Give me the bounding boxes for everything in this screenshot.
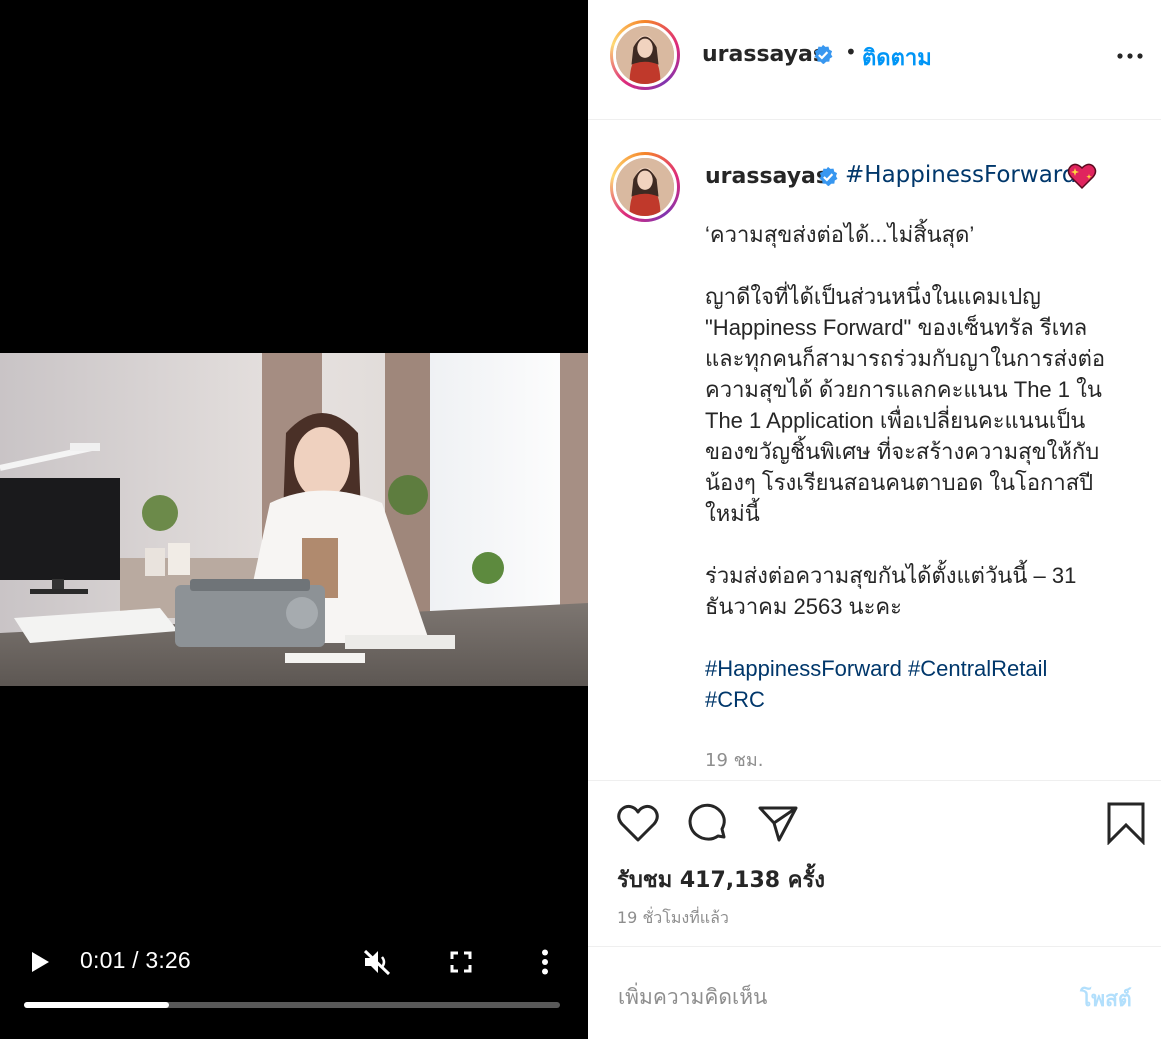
like-button[interactable]: [614, 799, 662, 847]
heart-icon: [617, 804, 659, 842]
header-separator: •: [845, 40, 857, 64]
verified-badge-icon: [819, 166, 838, 186]
bookmark-icon: [1107, 802, 1145, 845]
fullscreen-button[interactable]: [443, 944, 479, 980]
follow-button[interactable]: ติดตาม: [862, 40, 932, 75]
video-controls: 0:01 / 3:26: [0, 930, 588, 1039]
caption-text: ‘ความสุขส่งต่อได้...ไม่สิ้นสุด’ ญาดีใจที…: [705, 219, 1135, 715]
video-player[interactable]: 0:01 / 3:26: [0, 0, 588, 1039]
view-count[interactable]: รับชม 417,138 ครั้ง: [617, 862, 825, 897]
video-progress-fill: [24, 1002, 169, 1008]
play-button[interactable]: [22, 944, 58, 980]
paper-plane-icon: [758, 806, 798, 842]
save-button[interactable]: [1102, 799, 1150, 847]
post-header: urassayas • ติดตาม: [588, 0, 1161, 120]
comment-button[interactable]: [684, 799, 732, 847]
video-more-button[interactable]: [530, 944, 560, 980]
time-display: 0:01 / 3:26: [80, 947, 191, 973]
caption-timestamp[interactable]: 19 ชม.: [705, 745, 763, 774]
play-icon: [32, 952, 49, 972]
caption-username[interactable]: urassayas: [705, 164, 829, 189]
avatar-image: [616, 158, 674, 216]
post-options-button[interactable]: [1114, 44, 1146, 68]
action-bar: [588, 795, 1161, 855]
sparkling-heart-icon: [1067, 163, 1097, 190]
video-still-image: [0, 353, 588, 686]
avatar[interactable]: [610, 20, 680, 90]
video-frame[interactable]: [0, 353, 588, 686]
fullscreen-icon: [450, 951, 472, 973]
avatar-image: [616, 26, 674, 84]
caption-paragraph: ร่วมส่งต่อความสุขกันได้ตั้งแต่วันนี้ – 3…: [705, 563, 1077, 619]
post-side-panel: urassayas • ติดตาม urassayas #HappinessF…: [588, 0, 1161, 1039]
post-comment-button[interactable]: โพสต์: [1080, 983, 1132, 1016]
comment-icon: [688, 803, 726, 841]
caption-paragraph: ญาดีใจที่ได้เป็นส่วนหนึ่งในแคมเปญ "Happi…: [705, 284, 1106, 526]
caption-paragraph: ‘ความสุขส่งต่อได้...ไม่สิ้นสุด’: [705, 222, 975, 247]
verified-badge-icon: [814, 44, 833, 64]
hashtag-link[interactable]: #CentralRetail: [908, 656, 1047, 681]
caption-avatar[interactable]: [610, 152, 680, 222]
comment-composer: โพสต์: [588, 946, 1161, 1039]
caption-section: urassayas #HappinessForward ‘ความสุขส่งต…: [588, 121, 1161, 781]
hashtag-link[interactable]: #CRC: [705, 687, 765, 712]
mute-button[interactable]: [356, 942, 398, 982]
volume-muted-icon: [363, 949, 391, 976]
video-progress-bar[interactable]: [24, 1002, 560, 1008]
share-button[interactable]: [754, 799, 802, 847]
caption-hashtag-link[interactable]: #HappinessForward: [845, 162, 1076, 188]
hashtag-link[interactable]: #HappinessForward: [705, 656, 902, 681]
more-horizontal-icon: [1117, 53, 1143, 59]
more-vertical-icon: [542, 949, 548, 975]
caption-hashtags: #HappinessForward #CentralRetail #CRC: [705, 653, 1135, 715]
comment-input[interactable]: [618, 981, 1058, 1013]
author-username[interactable]: urassayas: [702, 42, 826, 67]
post-timestamp[interactable]: 19 ชั่วโมงที่แล้ว: [617, 906, 729, 931]
